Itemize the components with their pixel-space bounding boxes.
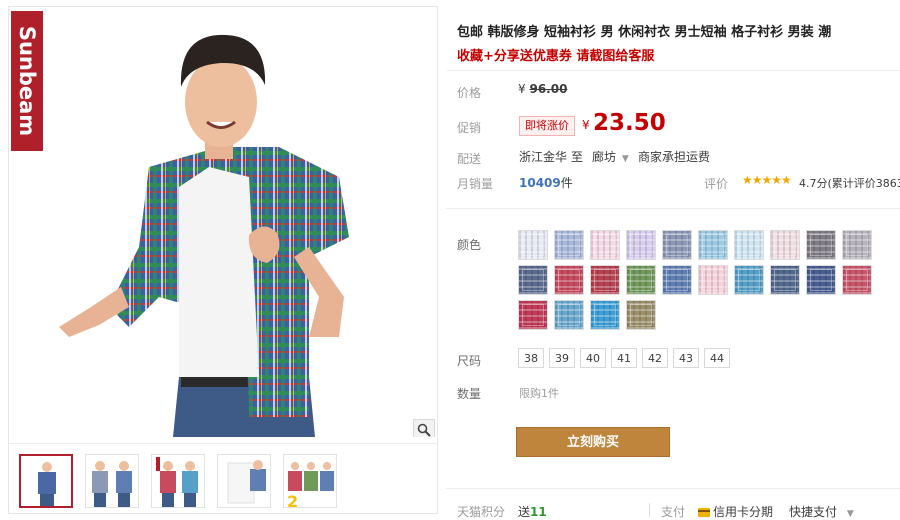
promo-text: 收藏+分享送优惠券 请截图给客服	[457, 49, 655, 64]
color-swatch-12[interactable]	[554, 265, 584, 295]
size-option-40[interactable]: 40	[580, 348, 606, 368]
payment-label: 支付	[661, 505, 686, 519]
color-swatch-11[interactable]	[518, 265, 548, 295]
color-swatch-22[interactable]	[554, 300, 584, 330]
sales-count: 10409	[519, 176, 561, 190]
shipping-note: 商家承担运费	[638, 150, 711, 164]
color-swatch-14[interactable]	[626, 265, 656, 295]
size-option-38[interactable]: 38	[518, 348, 544, 368]
destination-text: 廊坊	[592, 150, 617, 164]
color-swatch-10[interactable]	[842, 230, 872, 260]
color-swatch-8[interactable]	[770, 230, 800, 260]
thumbnail-strip: 2	[9, 443, 437, 513]
brand-logo: Sunbeam	[11, 11, 43, 151]
product-info-panel: 包邮 韩版修身 短袖衬衫 男 休闲衬衣 男士短袖 格子衬衫 男装 潮 收藏+分享…	[446, 0, 900, 520]
rating-link[interactable]: 4.7分(累计评价3863	[799, 175, 900, 191]
color-swatch-23[interactable]	[590, 300, 620, 330]
color-swatch-13[interactable]	[590, 265, 620, 295]
color-swatch-grid	[518, 230, 900, 330]
sales-unit: 件	[560, 176, 573, 190]
color-swatch-19[interactable]	[806, 265, 836, 295]
color-swatch-18[interactable]	[770, 265, 800, 295]
buy-now-button[interactable]: 立刻购买	[516, 427, 670, 457]
color-swatch-7[interactable]	[734, 230, 764, 260]
color-swatch-9[interactable]	[806, 230, 836, 260]
color-swatch-24[interactable]	[626, 300, 656, 330]
thumbnail-4[interactable]	[217, 454, 271, 508]
ship-to-word: 至	[571, 150, 584, 164]
quantity-label: 数量	[457, 387, 482, 401]
color-swatch-1[interactable]	[518, 230, 548, 260]
color-swatch-15[interactable]	[662, 265, 692, 295]
thumbnail-1[interactable]	[19, 454, 73, 508]
shipping-label: 配送	[457, 152, 482, 166]
current-currency-symbol: ¥	[582, 118, 590, 132]
divider	[446, 70, 900, 71]
price-label: 价格	[457, 86, 482, 100]
price-rise-badge: 即将涨价	[519, 116, 575, 136]
purchase-limit-note: 限购1件	[519, 387, 559, 400]
divider	[649, 503, 650, 517]
color-swatch-3[interactable]	[590, 230, 620, 260]
color-swatch-5[interactable]	[662, 230, 692, 260]
color-swatch-4[interactable]	[626, 230, 656, 260]
main-product-image[interactable]: Sunbeam	[9, 7, 437, 437]
size-label: 尺码	[457, 354, 482, 368]
points-value: 送11	[518, 503, 547, 520]
color-swatch-21[interactable]	[518, 300, 548, 330]
thumbnail-2[interactable]	[85, 454, 139, 508]
color-swatch-2[interactable]	[554, 230, 584, 260]
express-pay-dropdown[interactable]: 快捷支付 ▼	[789, 503, 854, 520]
thumbnail-3[interactable]	[151, 454, 205, 508]
product-title: 包邮 韩版修身 短袖衬衫 男 休闲衬衣 男士短袖 格子衬衫 男装 潮	[457, 25, 832, 40]
points-prefix: 送	[518, 505, 531, 519]
color-label: 颜色	[457, 238, 482, 252]
credit-card-icon	[698, 508, 710, 517]
rating-label: 评价	[704, 177, 729, 191]
size-options: 38 39 40 41 42 43 44	[518, 348, 730, 368]
divider	[446, 488, 900, 489]
chevron-down-icon: ▼	[621, 154, 629, 164]
currency-symbol: ¥	[518, 82, 526, 96]
svg-text:2: 2	[287, 492, 298, 508]
credit-installment-text: 信用卡分期	[713, 505, 774, 519]
points-label: 天猫积分	[457, 505, 506, 519]
divider	[446, 208, 900, 209]
credit-installment-link[interactable]: 信用卡分期	[698, 503, 773, 520]
monthly-sales: 10409件	[519, 174, 573, 191]
size-option-44[interactable]: 44	[704, 348, 730, 368]
color-swatch-6[interactable]	[698, 230, 728, 260]
promo-label: 促销	[457, 121, 482, 135]
color-swatch-16[interactable]	[698, 265, 728, 295]
points-number: 11	[530, 505, 547, 519]
size-option-41[interactable]: 41	[611, 348, 637, 368]
rating-stars-icon: ★★★★★	[742, 173, 792, 187]
current-price: 23.50	[593, 110, 666, 136]
size-option-43[interactable]: 43	[673, 348, 699, 368]
sales-label: 月销量	[457, 177, 494, 191]
size-option-42[interactable]: 42	[642, 348, 668, 368]
size-option-39[interactable]: 39	[549, 348, 575, 368]
destination-dropdown[interactable]: 廊坊 ▼	[592, 148, 629, 165]
ship-from: 浙江金华	[519, 150, 568, 164]
original-price: ¥ 96.00	[518, 82, 567, 96]
model-photo	[59, 34, 349, 437]
product-gallery: Sunbeam 2	[8, 6, 438, 514]
brand-logo-text: Sunbeam	[15, 25, 40, 137]
color-swatch-17[interactable]	[734, 265, 764, 295]
express-pay-text: 快捷支付	[789, 505, 838, 519]
color-swatch-20[interactable]	[842, 265, 872, 295]
thumbnail-5[interactable]: 2	[283, 454, 337, 508]
original-price-value: 96.00	[529, 82, 568, 96]
magnifier-icon[interactable]	[413, 419, 435, 437]
